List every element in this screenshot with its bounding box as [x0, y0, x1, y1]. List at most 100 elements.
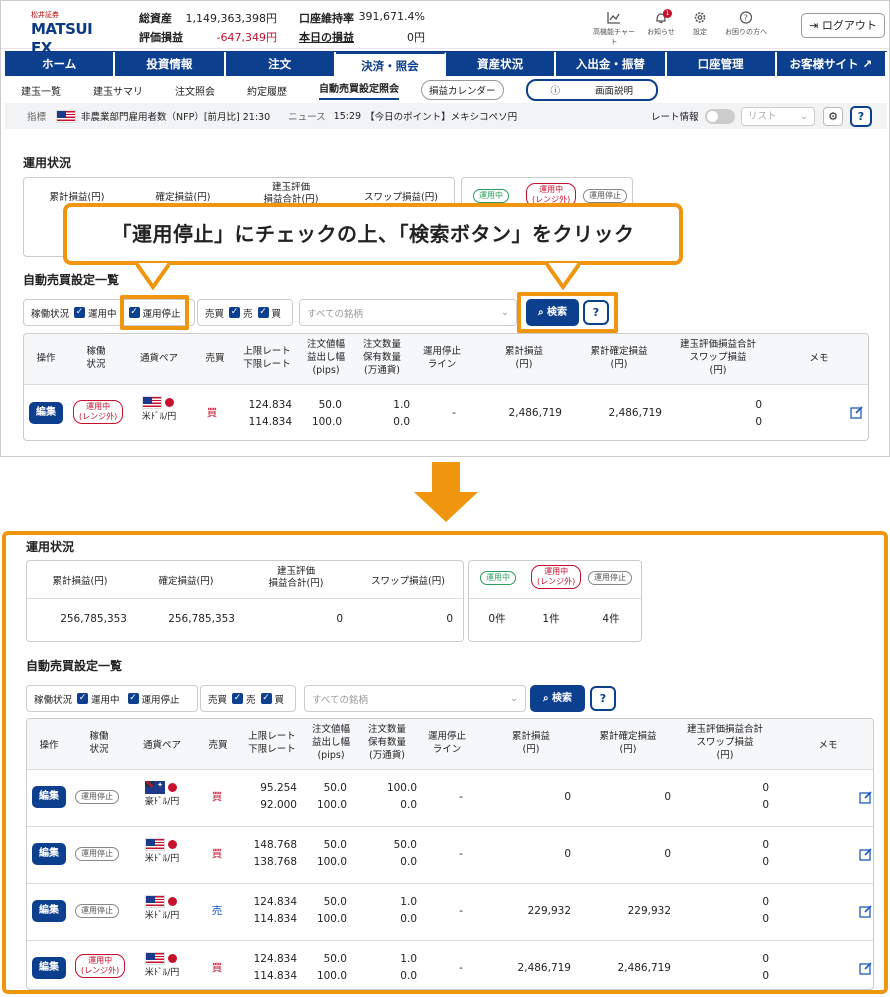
edit-memo-icon[interactable] — [859, 847, 873, 861]
settings-button[interactable]: 設定 — [677, 11, 723, 37]
nav-market-info[interactable]: 投資情報 — [115, 52, 226, 76]
nav-assets[interactable]: 資産状況 — [446, 52, 557, 76]
down-arrow-icon — [414, 462, 478, 522]
cumulative-pl: 2,486,719 — [517, 962, 571, 974]
status-summary-box: 累計損益(円) 確定損益(円) 建玉評価 損益合計(円) スワップ損益(円) 2… — [26, 560, 464, 642]
sell-checkbox[interactable]: ✓ — [229, 307, 241, 318]
margin-ratio-value: 391,671.4% — [358, 10, 425, 23]
rate-info-label: レート情報 — [651, 112, 699, 123]
gear-icon — [694, 12, 706, 23]
search-button[interactable]: ⌕ 検索 — [530, 685, 585, 712]
sell-checkbox[interactable]: ✓ — [232, 693, 244, 704]
search-icon: ⌕ — [542, 693, 553, 704]
cumulative-realized-pl: 2,486,719 — [617, 962, 671, 974]
holding-quantity: 0.0 — [400, 856, 417, 868]
nav-deposit[interactable]: 入出金・振替 — [556, 52, 667, 76]
stop-line: - — [459, 791, 463, 803]
stopped-checkbox[interactable]: ✓ — [127, 693, 139, 704]
list-title: 自動売買設定一覧 — [23, 273, 120, 287]
cumulative-realized-pl: 0 — [664, 791, 671, 803]
currency-pair: 米ﾄﾞﾙ/円 — [139, 838, 185, 864]
rate-info-toggle[interactable] — [705, 108, 735, 124]
edit-memo-icon[interactable] — [850, 405, 864, 419]
rate-list-select[interactable]: リスト ⌄ — [741, 106, 815, 126]
edit-button[interactable]: 編集 — [32, 957, 66, 979]
gear-icon[interactable]: ⚙ — [823, 107, 843, 126]
side-filter: 売買 ✓ 売 ✓ 買 — [200, 685, 296, 712]
subnav-orders[interactable]: 注文照会 — [175, 83, 215, 98]
us-flag-icon — [56, 109, 77, 123]
stop-line: - — [459, 905, 463, 917]
subnav-auto-trade[interactable]: 自動売買設定照会 — [319, 80, 399, 100]
realized-pl: 256,785,353 — [168, 613, 235, 625]
status-badge: 運用停止 — [75, 904, 119, 918]
us-flag-icon — [142, 396, 162, 409]
unrealized-pl: 0 — [762, 839, 769, 851]
indicator-text[interactable]: 非農業部門雇用者数（NFP）[前月比] 21:30 — [81, 109, 270, 123]
edit-memo-icon[interactable] — [859, 961, 873, 975]
symbol-select[interactable]: すべての銘柄 ⌄ — [299, 299, 517, 326]
pair-name: 米ﾄﾞﾙ/円 — [144, 911, 180, 921]
help-icon[interactable]: ? — [850, 106, 872, 127]
auto-trade-table: 操作 稼働 状況 通貨ペア 売買 上限レート 下限レート 注文値幅 益出し幅 (… — [23, 333, 869, 441]
matsui-fx-logo[interactable]: 松井証券 MATSUI FX — [31, 11, 103, 57]
running-tag: 運用中 — [473, 189, 509, 203]
chevron-down-icon: ⌄ — [501, 307, 509, 318]
running-out-count: 1件 — [542, 613, 560, 625]
cumulative-pl: 229,932 — [527, 905, 571, 917]
nav-customer-site[interactable]: お客様サイト ↗ — [776, 52, 887, 76]
nav-account[interactable]: 口座管理 — [666, 52, 777, 76]
order-width: 50.0 — [323, 896, 347, 908]
status-text: 運用停止 — [81, 849, 113, 858]
edit-button[interactable]: 編集 — [29, 402, 63, 424]
nav-order[interactable]: 注文 — [225, 52, 336, 76]
header: 松井証券 MATSUI FX 総資産 1,149,363,398円 評価損益 -… — [1, 1, 889, 57]
running-checkbox[interactable]: ✓ — [74, 307, 86, 318]
take-profit-width: 100.0 — [316, 970, 347, 982]
logout-button[interactable]: ⇥ ログアウト — [801, 13, 885, 38]
symbol-select[interactable]: すべての銘柄 ⌄ — [304, 685, 526, 712]
currency-pair: 米ﾄﾞﾙ/円 — [139, 895, 185, 921]
lower-rate: 138.768 — [253, 856, 297, 868]
edit-memo-icon[interactable] — [859, 904, 873, 918]
subnav-positions[interactable]: 建玉一覧 — [21, 83, 61, 98]
nav-settlement[interactable]: 決済・照会 — [335, 52, 446, 76]
order-width: 50.0 — [323, 839, 347, 851]
edit-memo-icon[interactable] — [859, 790, 873, 804]
holding-quantity: 0.0 — [400, 913, 417, 925]
buy-checkbox[interactable]: ✓ — [257, 307, 269, 318]
status-title: 運用状況 — [26, 540, 75, 554]
unrealized-pl: 0 — [336, 613, 343, 625]
cumulative-pl: 0 — [564, 848, 571, 860]
order-width: 50.0 — [323, 782, 347, 794]
pair-name: 米ﾄﾞﾙ/円 — [144, 854, 180, 864]
edit-button[interactable]: 編集 — [32, 843, 66, 865]
callout-pointer-right — [546, 263, 580, 291]
buy-checkbox[interactable]: ✓ — [260, 693, 272, 704]
after-screenshot: 運用状況 累計損益(円) 確定損益(円) 建玉評価 損益合計(円) スワップ損益… — [2, 531, 888, 994]
stopped-tag: 運用停止 — [583, 189, 627, 203]
status-text: 運用停止 — [81, 792, 113, 801]
running-out-tag: 運用中 (レンジ外) — [531, 565, 582, 589]
nav-home[interactable]: ホーム — [5, 52, 116, 76]
pl-calendar-button[interactable]: 損益カレンダー — [421, 80, 504, 100]
screen-help-button[interactable]: ⓘ 画面説明 — [525, 79, 659, 101]
filter-help-button[interactable]: ? — [590, 686, 616, 711]
holding-quantity: 0.0 — [400, 970, 417, 982]
callout-pointer-left — [136, 263, 170, 291]
subnav-executions[interactable]: 約定履歴 — [247, 83, 287, 98]
currency-pair: 豪ﾄﾞﾙ/円 — [139, 781, 185, 807]
external-link-icon: ↗ — [862, 57, 873, 71]
running-checkbox[interactable]: ✓ — [77, 693, 89, 704]
today-pl-label[interactable]: 本日の損益 — [299, 29, 354, 45]
swap-pl: 0 — [762, 970, 769, 982]
chart-button[interactable]: 高機能チャート — [591, 11, 637, 47]
edit-button[interactable]: 編集 — [32, 900, 66, 922]
news-text[interactable]: 【今日のポイント】メキシコペソ円 — [365, 109, 517, 123]
help-center-button[interactable]: ? お困りの方へ — [723, 11, 769, 37]
subnav-position-summary[interactable]: 建玉サマリ — [93, 83, 143, 98]
indicator-label: 指標 — [27, 112, 47, 123]
us-flag-icon — [145, 895, 165, 908]
edit-button[interactable]: 編集 — [32, 786, 66, 808]
side: 買 — [211, 962, 223, 974]
